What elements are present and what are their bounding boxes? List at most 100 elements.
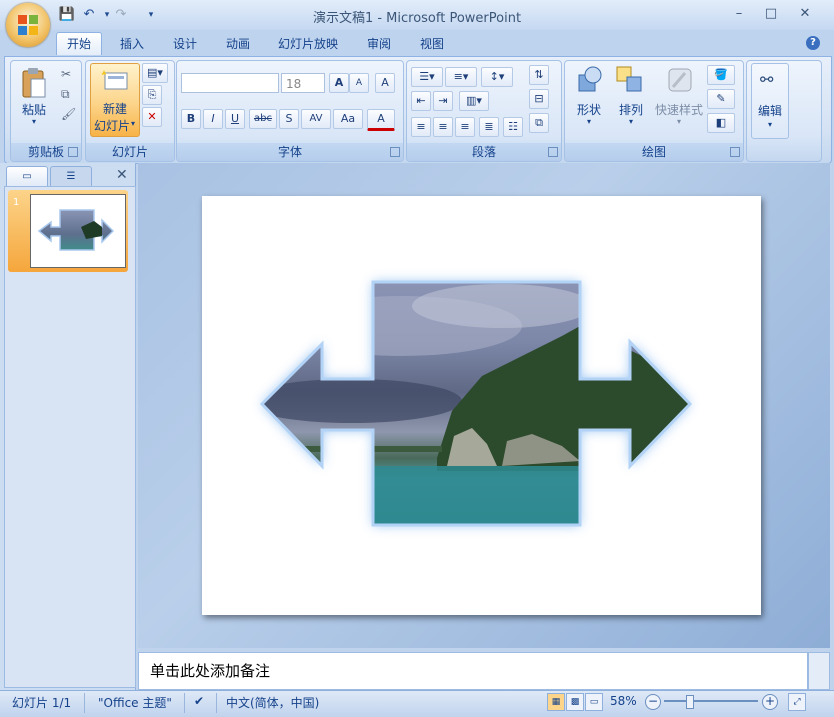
drawing-launcher-icon[interactable]: [730, 147, 740, 157]
align-text-icon[interactable]: ⊟: [529, 89, 549, 109]
justify-icon[interactable]: ≣: [479, 117, 499, 137]
new-slide-button[interactable]: 新建 幻灯片 ▾: [90, 63, 140, 137]
paragraph-launcher-icon[interactable]: [548, 147, 558, 157]
maximize-button[interactable]: □: [756, 4, 786, 24]
office-button[interactable]: [6, 3, 50, 47]
status-divider: [84, 693, 85, 713]
font-launcher-icon[interactable]: [390, 147, 400, 157]
quick-styles-dropdown-icon[interactable]: ▾: [651, 117, 707, 126]
char-spacing-button[interactable]: AV: [301, 109, 331, 129]
editing-label: 编辑: [757, 104, 782, 118]
tab-outline[interactable]: ☰: [50, 166, 92, 188]
drawing-group-label: 绘图: [565, 143, 743, 161]
tab-slides-thumbnails[interactable]: ▭: [6, 166, 48, 188]
theme-status: "Office 主题": [98, 696, 172, 710]
shape-fill-icon[interactable]: 🪣: [707, 65, 735, 85]
zoom-percent[interactable]: 58%: [610, 694, 637, 708]
decrease-indent-icon[interactable]: ⇤: [411, 91, 431, 111]
tab-view[interactable]: 视图: [412, 33, 452, 55]
cut-icon[interactable]: ✂: [61, 67, 71, 81]
layout-icon[interactable]: ▤▾: [142, 63, 168, 83]
distribute-icon[interactable]: ☷: [503, 117, 523, 137]
shrink-font-button[interactable]: A: [349, 73, 369, 93]
font-size-combo[interactable]: 18: [281, 73, 325, 93]
close-pane-icon[interactable]: ✕: [116, 167, 128, 183]
delete-slide-icon[interactable]: ✕: [142, 107, 162, 127]
zoom-out-icon[interactable]: −: [645, 694, 661, 710]
tab-animation[interactable]: 动画: [218, 33, 258, 55]
smartart-icon[interactable]: ⧉: [529, 113, 549, 133]
paste-dropdown-icon[interactable]: ▾: [17, 117, 51, 126]
increase-indent-icon[interactable]: ⇥: [433, 91, 453, 111]
shape-outline-icon[interactable]: ✎: [707, 89, 735, 109]
clipboard-launcher-icon[interactable]: [68, 147, 78, 157]
close-button[interactable]: ✕: [790, 4, 820, 24]
slides-group: 新建 幻灯片 ▾ ▤▾ ⎘ ✕ 幻灯片: [85, 60, 175, 162]
shapes-icon: [575, 65, 605, 95]
language-status[interactable]: 中文(简体，中国): [226, 694, 319, 711]
tab-insert[interactable]: 插入: [112, 33, 152, 55]
arrange-button[interactable]: 排列: [611, 101, 651, 118]
clear-format-button[interactable]: A: [375, 73, 395, 93]
slide[interactable]: [202, 196, 761, 615]
help-icon[interactable]: ?: [806, 36, 820, 50]
align-right-icon[interactable]: ≡: [455, 117, 475, 137]
zoom-slider-track[interactable]: [664, 700, 758, 702]
italic-button[interactable]: I: [203, 109, 223, 129]
notes-scrollbar[interactable]: [808, 652, 830, 690]
tab-home[interactable]: 开始: [56, 32, 102, 55]
shadow-button[interactable]: S: [279, 109, 299, 129]
text-direction-icon[interactable]: ⇅: [529, 65, 549, 85]
slide-sorter-icon[interactable]: ▩: [566, 693, 584, 711]
zoom-in-icon[interactable]: +: [762, 694, 778, 710]
numbering-icon[interactable]: ≡▾: [445, 67, 477, 87]
quick-styles-button[interactable]: 快速样式: [651, 101, 707, 118]
font-group-label: 字体: [177, 143, 403, 161]
font-group: 18 A A A B I U abc S AV Aa A 字体: [176, 60, 404, 162]
columns-icon[interactable]: ▥▾: [459, 91, 489, 111]
slideshow-view-icon[interactable]: ▭: [585, 693, 603, 711]
quick-styles-icon: [665, 65, 695, 95]
arrange-icon: [615, 65, 645, 95]
align-left-icon[interactable]: ≡: [411, 117, 431, 137]
grow-font-button[interactable]: A: [329, 73, 349, 93]
copy-icon[interactable]: ⧉: [61, 87, 70, 102]
tab-slideshow[interactable]: 幻灯片放映: [272, 33, 344, 55]
minimize-button[interactable]: –: [724, 4, 754, 24]
new-slide-label-2: 幻灯片: [93, 119, 130, 133]
slide-count-status: 幻灯片 1/1: [12, 696, 72, 710]
bold-button[interactable]: B: [181, 109, 201, 129]
new-slide-label-1: 新建: [102, 102, 127, 116]
arrow-shape-picture[interactable]: [202, 196, 761, 615]
line-spacing-icon[interactable]: ↕▾: [481, 67, 513, 87]
bullets-icon[interactable]: ☰▾: [411, 67, 443, 87]
editing-button[interactable]: ⚯ 编辑 ▾: [751, 63, 789, 139]
reset-slide-icon[interactable]: ⎘: [142, 85, 162, 105]
slide-thumbnail[interactable]: [30, 194, 126, 268]
tab-design[interactable]: 设计: [165, 33, 205, 55]
paste-button[interactable]: 粘贴: [17, 101, 51, 118]
paragraph-group-label: 段落: [407, 143, 561, 161]
slides-group-label: 幻灯片: [86, 143, 174, 161]
zoom-slider-thumb[interactable]: [686, 695, 695, 709]
shapes-dropdown-icon[interactable]: ▾: [569, 117, 609, 126]
fit-to-window-icon[interactable]: ⤢: [788, 693, 806, 711]
binoculars-icon: ⚯: [760, 70, 774, 89]
slide-number: 1: [13, 197, 20, 208]
shape-effects-icon[interactable]: ◧: [707, 113, 735, 133]
notes-placeholder[interactable]: 单击此处添加备注: [150, 660, 270, 681]
underline-button[interactable]: U: [225, 109, 245, 129]
tab-review[interactable]: 审阅: [359, 33, 399, 55]
font-color-button[interactable]: A: [367, 109, 395, 131]
normal-view-icon[interactable]: ▦: [547, 693, 565, 711]
strikethrough-button[interactable]: abc: [249, 109, 277, 129]
align-center-icon[interactable]: ≡: [433, 117, 453, 137]
format-painter-icon[interactable]: 🖌: [61, 107, 76, 121]
arrange-dropdown-icon[interactable]: ▾: [611, 117, 651, 126]
change-case-button[interactable]: Aa: [333, 109, 363, 129]
shapes-button[interactable]: 形状: [569, 101, 609, 118]
status-divider: [216, 693, 217, 713]
font-name-combo[interactable]: [181, 73, 279, 93]
spell-check-icon[interactable]: ✔: [194, 694, 204, 708]
new-slide-icon: [101, 70, 129, 90]
